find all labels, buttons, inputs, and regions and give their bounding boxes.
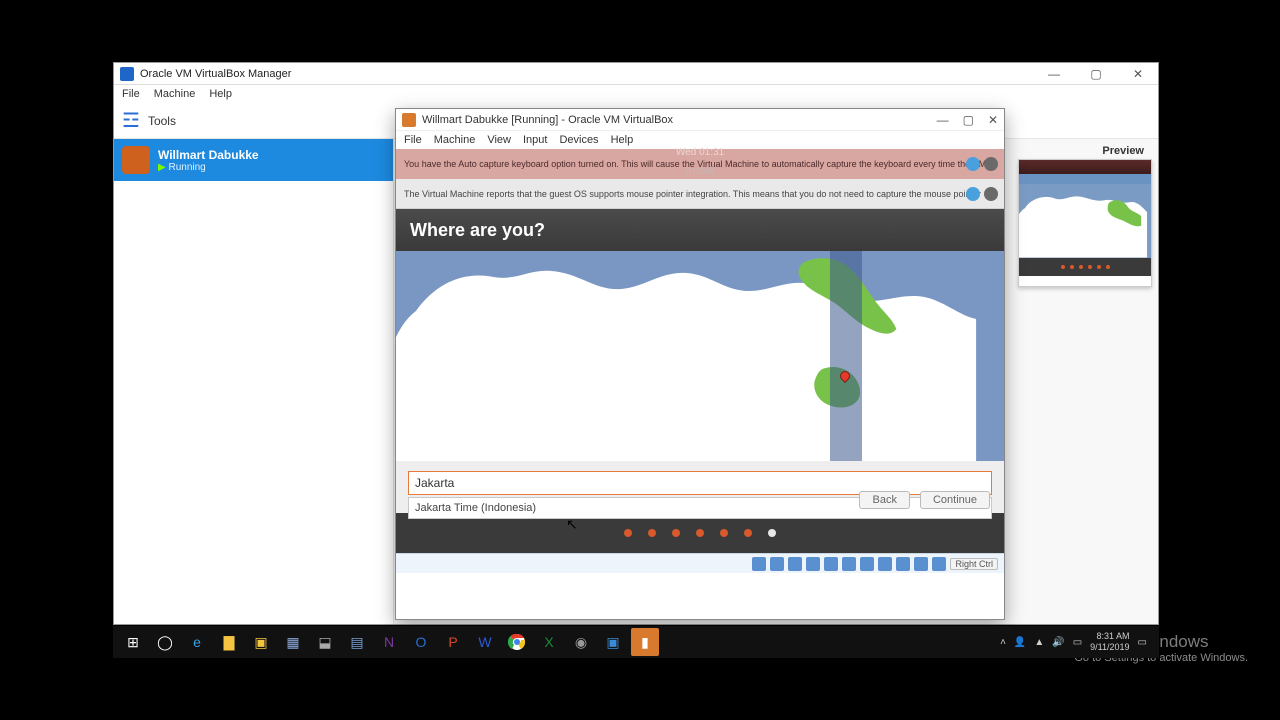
tools-icon[interactable]: ☲	[122, 108, 140, 133]
taskview-icon[interactable]: ▦	[279, 628, 307, 656]
vm-menu-devices[interactable]: Devices	[559, 134, 598, 146]
taskbar-clock[interactable]: 8:31 AM 9/11/2019	[1090, 631, 1129, 653]
continue-button[interactable]: Continue	[920, 491, 990, 509]
notice-close-icon[interactable]	[984, 187, 998, 201]
tray-wifi-icon[interactable]: ▲	[1034, 637, 1044, 648]
vm-menu-view[interactable]: View	[487, 134, 511, 146]
guest-install-label: Install	[686, 165, 715, 177]
edge-icon[interactable]: e	[183, 628, 211, 656]
windows-taskbar[interactable]: ⊞ ◯ e ▇ ▣ ▦ ⬓ ▤ N O P W X ◉ ▣ ▮ ˄ 👤 ▲ 🔊 …	[113, 626, 1159, 658]
ubuntu-installer: Where are you? Jakarta Time (Indonesia) …	[396, 209, 1004, 553]
vm-list-item[interactable]: Willmart Dabukke ▶ Running	[114, 139, 393, 181]
vm-titlebar[interactable]: Willmart Dabukke [Running] - Oracle VM V…	[396, 109, 1004, 131]
vm-running-window: Willmart Dabukke [Running] - Oracle VM V…	[395, 108, 1005, 620]
vm-os-icon	[122, 146, 150, 174]
virtualbox-taskbar-icon[interactable]: ▣	[599, 628, 627, 656]
vm-name: Willmart Dabukke	[158, 148, 259, 162]
manager-title: Oracle VM VirtualBox Manager	[140, 68, 291, 80]
menu-help[interactable]: Help	[209, 88, 232, 100]
store-icon[interactable]: ▣	[247, 628, 275, 656]
action-center-icon[interactable]: ▭	[1138, 637, 1147, 648]
installer-heading: Where are you?	[396, 209, 1004, 251]
guest-topbar-time: Wed 01:31	[676, 147, 724, 158]
notice-info-icon[interactable]	[966, 187, 980, 201]
status-hdd-icon[interactable]	[752, 557, 766, 571]
app-icon-2[interactable]: ▤	[343, 628, 371, 656]
back-button[interactable]: Back	[859, 491, 909, 509]
vm-statusbar: Right Ctrl	[396, 553, 1004, 573]
vm-minimize-button[interactable]: —	[937, 113, 949, 127]
vm-close-button[interactable]: ✕	[988, 113, 998, 127]
powerpoint-icon[interactable]: P	[439, 628, 467, 656]
window-controls: — ▢ ✕	[1040, 67, 1152, 81]
vm-maximize-button[interactable]: ▢	[963, 113, 974, 127]
installer-progress-dots	[396, 513, 1004, 553]
timezone-input-row: Jakarta Time (Indonesia) Back Continue	[396, 461, 1004, 513]
maximize-button[interactable]: ▢	[1082, 67, 1110, 81]
status-recording-icon[interactable]	[878, 557, 892, 571]
status-audio-icon[interactable]	[788, 557, 802, 571]
status-optical-icon[interactable]	[770, 557, 784, 571]
status-cpu-icon[interactable]	[896, 557, 910, 571]
tray-battery-icon[interactable]: ▭	[1073, 637, 1082, 648]
word-icon[interactable]: W	[471, 628, 499, 656]
status-network-icon[interactable]	[806, 557, 820, 571]
tools-label[interactable]: Tools	[148, 114, 176, 128]
onenote-icon[interactable]: N	[375, 628, 403, 656]
minimize-button[interactable]: —	[1040, 67, 1068, 81]
status-display-icon[interactable]	[860, 557, 874, 571]
file-explorer-icon[interactable]: ▇	[215, 628, 243, 656]
status-keyboard-icon[interactable]	[932, 557, 946, 571]
chrome-icon[interactable]	[503, 628, 531, 656]
status-shared-icon[interactable]	[842, 557, 856, 571]
vm-taskbar-icon[interactable]: ▮	[631, 628, 659, 656]
tray-volume-icon[interactable]: 🔊	[1052, 637, 1064, 648]
app-icon-1[interactable]: ⬓	[311, 628, 339, 656]
cortana-icon[interactable]: ◯	[151, 628, 179, 656]
outlook-icon[interactable]: O	[407, 628, 435, 656]
menu-machine[interactable]: Machine	[154, 88, 196, 100]
system-tray[interactable]: ˄ 👤 ▲ 🔊 ▭ 8:31 AM 9/11/2019 ▭	[1000, 631, 1155, 653]
tray-people-icon[interactable]: 👤	[1014, 637, 1026, 648]
vm-sidebar: Willmart Dabukke ▶ Running	[114, 139, 394, 624]
notice-close-icon[interactable]	[984, 157, 998, 171]
vm-window-title: Willmart Dabukke [Running] - Oracle VM V…	[422, 114, 673, 126]
virtualbox-icon	[120, 67, 134, 81]
timezone-map[interactable]	[396, 251, 1004, 461]
notice-info-icon[interactable]	[966, 157, 980, 171]
vm-window-icon	[402, 113, 416, 127]
excel-icon[interactable]: X	[535, 628, 563, 656]
start-button[interactable]: ⊞	[119, 628, 147, 656]
manager-menubar: File Machine Help	[114, 85, 1158, 103]
status-usb-icon[interactable]	[824, 557, 838, 571]
vm-menu-input[interactable]: Input	[523, 134, 547, 146]
host-key-indicator[interactable]: Right Ctrl	[950, 558, 998, 570]
vm-state: ▶ Running	[158, 162, 259, 173]
vm-menu-help[interactable]: Help	[611, 134, 634, 146]
selected-tz-band	[830, 251, 862, 461]
vm-menu-machine[interactable]: Machine	[434, 134, 476, 146]
close-button[interactable]: ✕	[1124, 67, 1152, 81]
vm-menu-file[interactable]: File	[404, 134, 422, 146]
menu-file[interactable]: File	[122, 88, 140, 100]
tray-chevron-icon[interactable]: ˄	[1000, 637, 1006, 648]
status-mouse-icon[interactable]	[914, 557, 928, 571]
preview-thumbnail[interactable]	[1018, 159, 1152, 287]
mouse-integration-notice: The Virtual Machine reports that the gue…	[396, 179, 1004, 209]
obs-icon[interactable]: ◉	[567, 628, 595, 656]
preview-label: Preview	[1102, 145, 1144, 157]
manager-titlebar[interactable]: Oracle VM VirtualBox Manager — ▢ ✕	[114, 63, 1158, 85]
